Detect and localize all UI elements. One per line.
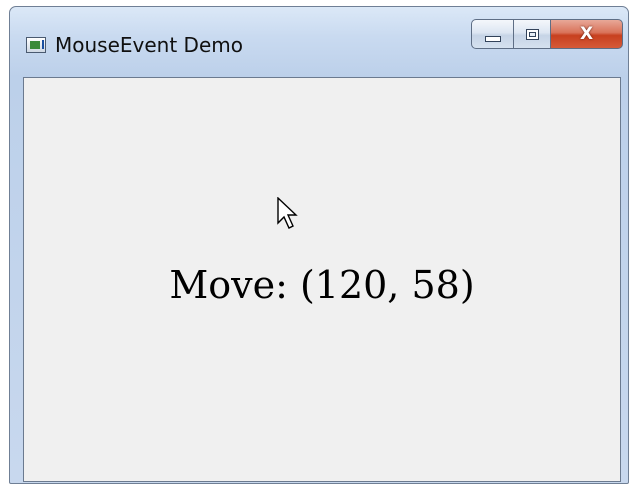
app-window: MouseEvent Demo X Move: (120, 58): [9, 6, 629, 484]
window-controls: X: [471, 19, 623, 49]
window-app-icon[interactable]: [26, 37, 46, 53]
window-title: MouseEvent Demo: [55, 33, 243, 57]
close-icon: X: [579, 23, 594, 44]
mouse-position-readout: Move: (120, 58): [169, 263, 475, 307]
maximize-button[interactable]: [514, 19, 551, 49]
maximize-icon: [525, 28, 539, 40]
minimize-icon: [484, 35, 501, 42]
arrow-cursor-icon: [277, 197, 298, 229]
close-button[interactable]: X: [551, 19, 623, 49]
minimize-button[interactable]: [471, 19, 514, 49]
client-area[interactable]: Move: (120, 58): [23, 77, 621, 482]
title-bar[interactable]: MouseEvent Demo X: [10, 7, 628, 69]
